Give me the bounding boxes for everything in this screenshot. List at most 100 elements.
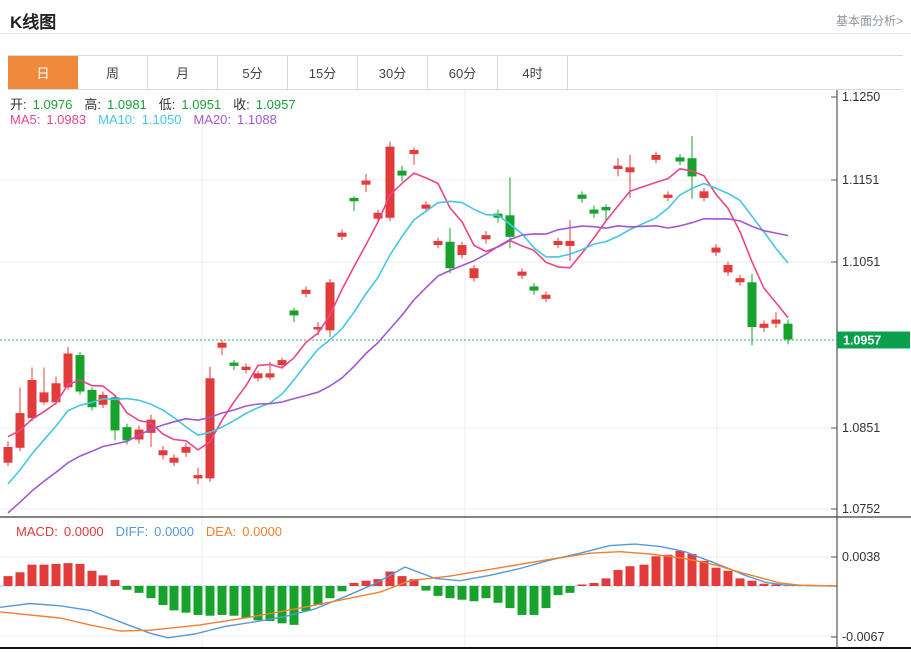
candle[interactable]	[217, 340, 227, 356]
candle[interactable]	[229, 360, 239, 371]
macd-bar[interactable]	[613, 570, 623, 586]
candle[interactable]	[349, 196, 359, 212]
candle[interactable]	[253, 370, 263, 382]
candle[interactable]	[301, 286, 311, 298]
candle[interactable]	[541, 291, 551, 303]
macd-bar[interactable]	[98, 575, 108, 586]
tab-timeframe-1[interactable]: 周	[78, 56, 148, 89]
candle[interactable]	[711, 244, 721, 256]
macd-bar[interactable]	[229, 586, 239, 616]
macd-bar[interactable]	[735, 578, 745, 586]
macd-bar[interactable]	[169, 586, 179, 611]
candle[interactable]	[409, 147, 419, 165]
candle[interactable]	[517, 268, 527, 280]
macd-bar[interactable]	[481, 586, 491, 599]
macd-bar[interactable]	[723, 570, 733, 586]
candle[interactable]	[699, 188, 709, 202]
macd-bar[interactable]	[421, 586, 431, 591]
macd-bar[interactable]	[675, 550, 685, 586]
macd-bar[interactable]	[146, 586, 156, 599]
candle[interactable]	[601, 204, 611, 222]
tab-timeframe-6[interactable]: 60分	[428, 56, 498, 89]
candle[interactable]	[361, 173, 371, 193]
macd-bar[interactable]	[651, 556, 661, 586]
macd-bar[interactable]	[3, 576, 13, 586]
candle[interactable]	[469, 264, 479, 282]
macd-bar[interactable]	[134, 586, 144, 593]
macd-bar[interactable]	[493, 586, 503, 603]
candle[interactable]	[205, 366, 215, 482]
candle[interactable]	[481, 231, 491, 244]
candle[interactable]	[397, 165, 407, 182]
macd-bar[interactable]	[577, 584, 587, 586]
macd-bar[interactable]	[87, 570, 97, 586]
macd-bar[interactable]	[711, 567, 721, 586]
candle[interactable]	[385, 141, 395, 222]
macd-bar[interactable]	[639, 564, 649, 586]
macd-bar[interactable]	[601, 578, 611, 586]
candle[interactable]	[75, 351, 85, 395]
macd-bar[interactable]	[51, 563, 61, 586]
tab-timeframe-7[interactable]: 4时	[498, 56, 568, 89]
candle[interactable]	[445, 227, 455, 274]
candle[interactable]	[15, 387, 25, 452]
candle[interactable]	[3, 441, 13, 466]
macd-bar[interactable]	[289, 586, 299, 625]
tab-timeframe-5[interactable]: 30分	[358, 56, 428, 89]
macd-bar[interactable]	[469, 586, 479, 602]
macd-bar[interactable]	[699, 560, 709, 586]
macd-bar[interactable]	[217, 586, 227, 615]
candle[interactable]	[337, 229, 347, 241]
tab-timeframe-4[interactable]: 15分	[288, 56, 358, 89]
macd-bar[interactable]	[457, 586, 467, 600]
candle[interactable]	[289, 307, 299, 323]
macd-bar[interactable]	[625, 566, 635, 586]
candle[interactable]	[771, 312, 781, 328]
candle[interactable]	[577, 191, 587, 203]
candle[interactable]	[27, 367, 37, 422]
macd-bar[interactable]	[313, 586, 323, 606]
candle[interactable]	[783, 319, 793, 345]
macd-bar[interactable]	[361, 580, 371, 586]
candle[interactable]	[589, 205, 599, 218]
tab-timeframe-0[interactable]: 日	[8, 56, 78, 89]
macd-bar[interactable]	[205, 586, 215, 616]
macd-bar[interactable]	[110, 579, 120, 586]
candle[interactable]	[433, 237, 443, 249]
macd-bar[interactable]	[445, 586, 455, 599]
candle[interactable]	[51, 376, 61, 405]
macd-bar[interactable]	[589, 582, 599, 586]
macd-bar[interactable]	[63, 563, 73, 586]
macd-bar[interactable]	[747, 580, 757, 586]
macd-bar[interactable]	[663, 554, 673, 586]
macd-bar[interactable]	[505, 586, 515, 609]
macd-bar[interactable]	[541, 586, 551, 609]
candle[interactable]	[110, 394, 120, 441]
macd-bar[interactable]	[158, 586, 168, 606]
candle[interactable]	[169, 454, 179, 466]
candle[interactable]	[663, 191, 673, 202]
macd-bar[interactable]	[181, 586, 191, 613]
macd-bar[interactable]	[529, 586, 539, 615]
macd-bar[interactable]	[565, 586, 575, 593]
candle[interactable]	[553, 237, 563, 249]
macd-bar[interactable]	[349, 582, 359, 586]
macd-bar[interactable]	[325, 586, 335, 599]
macd-bar[interactable]	[27, 564, 37, 586]
macd-bar[interactable]	[759, 583, 769, 586]
macd-bar[interactable]	[433, 586, 443, 596]
macd-bar[interactable]	[75, 563, 85, 586]
candle[interactable]	[759, 320, 769, 332]
macd-bar[interactable]	[241, 586, 251, 618]
macd-bar[interactable]	[553, 586, 563, 596]
candle[interactable]	[39, 367, 49, 405]
candle[interactable]	[181, 442, 191, 457]
candle[interactable]	[735, 274, 745, 286]
candle[interactable]	[747, 274, 757, 346]
macd-bar[interactable]	[193, 586, 203, 615]
macd-bar[interactable]	[517, 586, 527, 615]
candle[interactable]	[675, 154, 685, 165]
macd-bar[interactable]	[15, 572, 25, 586]
tab-timeframe-3[interactable]: 5分	[218, 56, 288, 89]
candle[interactable]	[193, 467, 203, 485]
